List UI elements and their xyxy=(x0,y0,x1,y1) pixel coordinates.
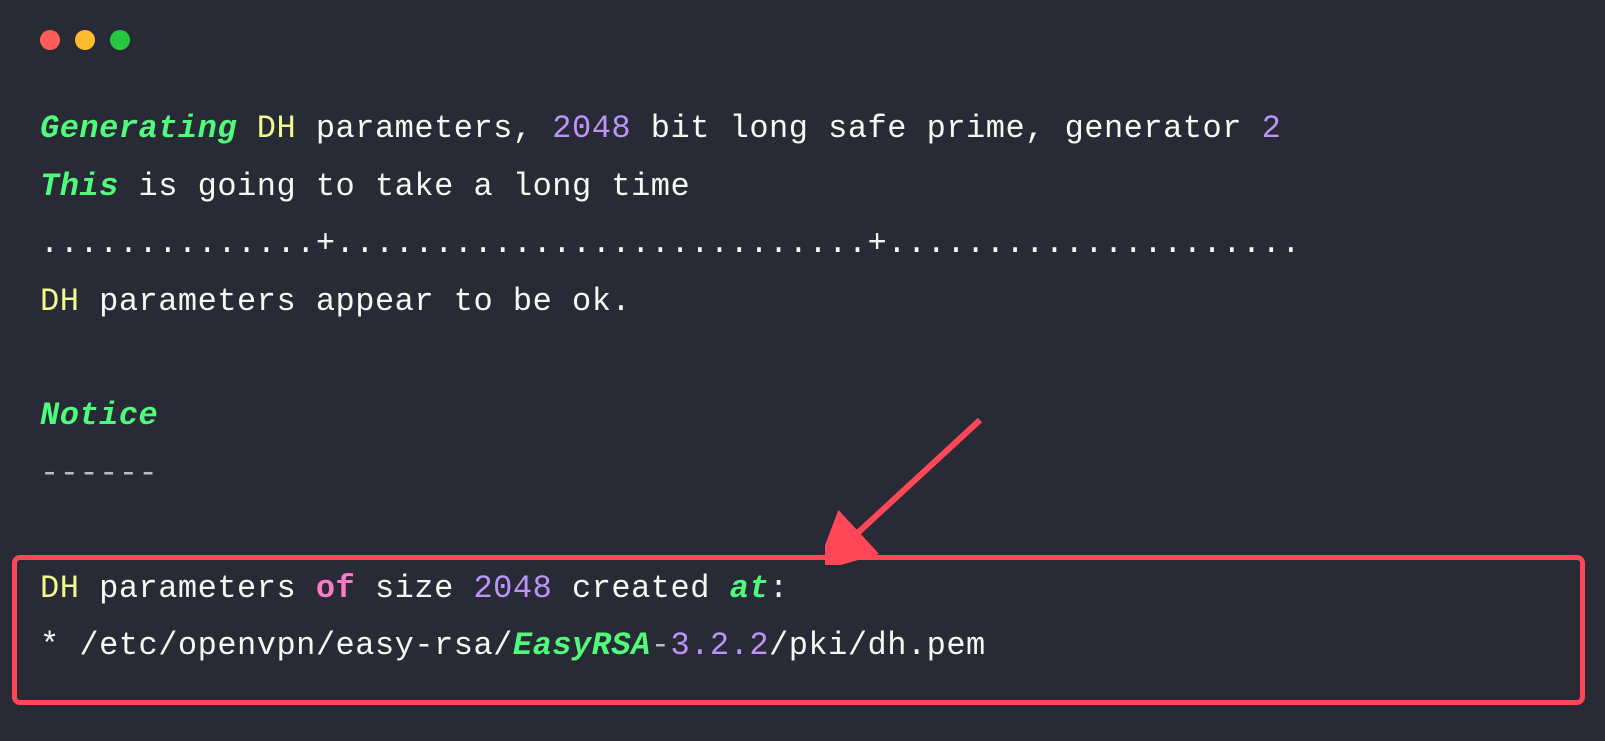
terminal-output: Generating DH parameters, 2048 bit long … xyxy=(0,70,1605,715)
window-controls xyxy=(0,0,1605,70)
keyword-this: This xyxy=(40,168,119,205)
output-line-2: This is going to take a long time xyxy=(40,158,1565,216)
output-line-notice: Notice xyxy=(40,387,1565,445)
close-icon[interactable] xyxy=(40,30,60,50)
maximize-icon[interactable] xyxy=(110,30,130,50)
output-line-path: * /etc/openvpn/easy-rsa/EasyRSA-3.2.2/pk… xyxy=(40,617,1565,675)
output-line-underline: ------ xyxy=(40,445,1565,503)
output-line-3: ..............+.........................… xyxy=(40,215,1565,273)
number-2: 2 xyxy=(1262,110,1282,147)
keyword-of: of xyxy=(316,570,355,607)
keyword-easyrsa: EasyRSA xyxy=(513,627,651,664)
keyword-dh: DH xyxy=(40,283,79,320)
keyword-notice: Notice xyxy=(40,397,158,434)
keyword-dh: DH xyxy=(257,110,296,147)
number-2048: 2048 xyxy=(473,570,552,607)
minimize-icon[interactable] xyxy=(75,30,95,50)
version-number: 3.2.2 xyxy=(671,627,770,664)
output-line-4: DH parameters appear to be ok. xyxy=(40,273,1565,331)
keyword-generating: Generating xyxy=(40,110,237,147)
keyword-dh: DH xyxy=(40,570,79,607)
blank-line xyxy=(40,330,1565,387)
output-line-dh-created: DH parameters of size 2048 created at: xyxy=(40,560,1565,618)
number-2048: 2048 xyxy=(552,110,631,147)
keyword-at: at xyxy=(730,570,769,607)
output-line-1: Generating DH parameters, 2048 bit long … xyxy=(40,100,1565,158)
blank-line xyxy=(40,503,1565,560)
